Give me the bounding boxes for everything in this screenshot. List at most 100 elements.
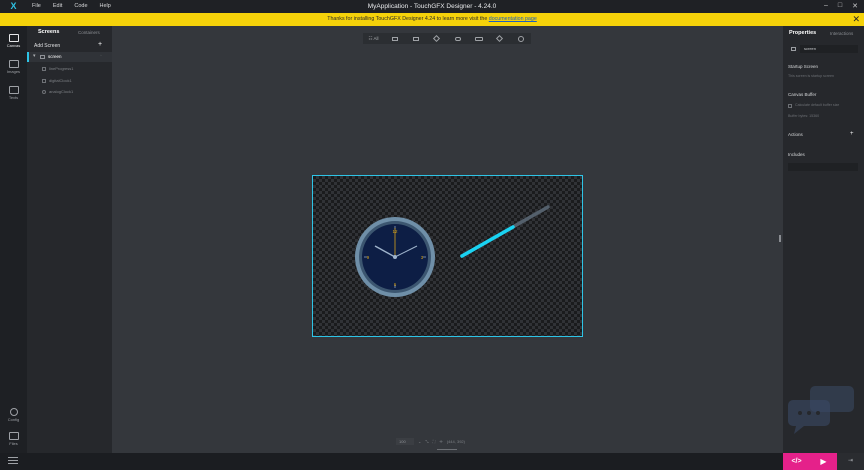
tree-screen-item[interactable]: ▾ screen ◦ [27,52,112,62]
layers-icon [432,35,441,43]
screen-icon [40,55,45,59]
rail-images[interactable]: Images [0,56,27,78]
images-icon [8,60,19,68]
close-window-button[interactable]: ✕ [852,2,858,10]
screens-tabs: Screens Containers [27,26,112,38]
clock-center-pin [393,255,397,259]
calculate-buffer-label: Calculate default buffer size [795,103,840,107]
buffer-size-field[interactable]: Buffer bytes: 15360 [788,114,819,118]
startup-screen-title: Startup Screen [788,64,819,69]
shape-icon [495,35,504,43]
widget-toolbar: ☷ All [363,33,531,44]
tab-interactions[interactable]: Interactions [830,31,853,36]
crosshair-icon: ✛ [439,439,443,444]
toolbar-more-button[interactable] [510,33,531,44]
tree-child-label: digitalClock1 [49,78,72,83]
actions-title: Actions [788,132,803,137]
expand-arrow-icon[interactable]: ▾ [33,53,36,59]
toolbar-layers-button[interactable] [426,33,447,44]
screens-panel: Screens Containers Add Screen + ▾ screen… [27,26,112,453]
visibility-icon[interactable]: ◦ [100,53,102,59]
notice-close-button[interactable]: ✕ [852,13,860,26]
includes-input[interactable] [788,163,858,171]
button-icon [474,36,483,41]
tree-child-analogclock[interactable]: analogClock1 [42,89,73,94]
generate-code-button[interactable]: </> [783,453,810,470]
rail-config-label: Config [7,417,20,422]
rail-texts-label: Texts [8,95,19,100]
toolbar-all-label: All [373,36,379,41]
line-progress-widget[interactable] [460,205,550,258]
canvas-widgets: 12 3 6 9 [355,205,550,297]
tab-screens[interactable]: Screens [38,29,59,35]
calculate-buffer-checkbox[interactable] [788,104,792,108]
zoom-bar: 100 ⌄ ⤡ ⛶ ✛ (444, 392) [396,437,496,446]
includes-title: Includes [788,152,805,157]
window-controls: – □ ✕ [824,2,858,10]
title-bar: X File Edit Code Help MyApplication - To… [0,0,864,13]
toolbar-shape-button[interactable] [489,33,510,44]
more-icon [517,35,524,42]
digital-clock-icon [42,78,46,83]
zoom-input[interactable]: 100 [396,438,414,445]
rail-files[interactable]: Files [0,428,27,450]
line-progress-fill [460,225,515,258]
panel-splitter-handle[interactable] [779,235,781,242]
maximize-button[interactable]: □ [838,2,842,10]
analog-clock-icon [42,89,46,94]
toolbar-all-button[interactable]: ☷ All [363,33,384,44]
toolbar-button-button[interactable] [468,33,489,44]
folder-icon [8,432,19,440]
image-icon [412,36,419,41]
install-notice-banner: Thanks for installing TouchGFX Designer … [0,13,864,26]
bottom-bar [0,453,864,470]
tab-containers[interactable]: Containers [78,30,100,35]
rail-canvas-label: Canvas [6,43,21,48]
rail-texts[interactable]: Texts [0,82,27,104]
fit-to-screen-icon[interactable]: ⤡ [425,439,428,444]
export-button[interactable]: ⇥ [837,453,864,470]
screen-name-input[interactable]: screen [800,45,858,53]
canvas-buffer-title: Canvas Buffer [788,92,817,97]
box-icon [391,36,398,41]
zoom-slider-line[interactable] [437,449,457,450]
screen-canvas[interactable]: 12 3 6 9 [312,175,583,337]
container-icon [454,36,461,41]
line-progress-icon [42,66,46,71]
minimize-button[interactable]: – [824,2,828,10]
toolbar-image-button[interactable] [405,33,426,44]
screen-type-icon [791,47,796,51]
notice-text: Thanks for installing TouchGFX Designer … [327,16,489,22]
add-screen-label[interactable]: Add Screen [34,43,60,49]
zoom-dropdown-icon[interactable]: ⌄ [418,439,421,444]
rail-canvas[interactable]: Canvas [0,30,27,52]
documentation-link[interactable]: documentation page [489,16,537,22]
canvas-area[interactable]: ☷ All 12 3 [112,26,783,453]
tab-properties[interactable]: Properties [789,30,816,36]
toolbar-container-button[interactable] [447,33,468,44]
texts-icon [8,86,19,94]
tree-child-digitalclock[interactable]: digitalClock1 [42,78,72,83]
screen-name: screen [48,54,62,59]
cursor-coordinates: (444, 392) [446,439,465,444]
tree-child-label: lineProgress1 [49,66,74,71]
startup-screen-text: This screen is startup screen [788,74,834,78]
window-title: MyApplication - TouchGFX Designer - 4.24… [367,3,497,10]
run-simulator-button[interactable]: ▶ [810,453,837,470]
add-screen-button[interactable]: + [98,41,102,48]
analog-clock-widget[interactable]: 12 3 6 9 [355,217,435,297]
tree-child-lineprogress[interactable]: lineProgress1 [42,66,73,71]
rail-images-label: Images [6,69,21,74]
rail-config[interactable]: Config [0,404,27,426]
add-action-button[interactable]: + [850,131,854,137]
chat-support-icon[interactable] [786,384,856,436]
toolbar-box-button[interactable] [384,33,405,44]
crop-icon[interactable]: ⛶ [433,439,436,444]
rail-files-label: Files [9,441,18,446]
left-icon-rail: Canvas Images Texts Config Files [0,26,27,453]
canvas-icon [8,34,19,42]
app-window: X File Edit Code Help MyApplication - To… [0,0,864,470]
tree-child-label: analogClock1 [49,89,74,94]
hamburger-menu-icon[interactable] [8,457,18,465]
gear-icon [9,408,18,416]
